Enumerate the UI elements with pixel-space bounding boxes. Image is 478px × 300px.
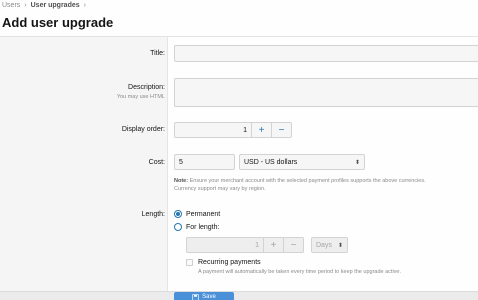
note-text: Ensure your merchant account with the se… [189,178,426,184]
radio-unchecked-icon[interactable] [174,223,182,231]
recurring-label: Recurring payments [198,259,261,266]
upgrade-form: Title: Description: You may use HTML Dis… [0,36,478,300]
for-length-option[interactable]: For length: [174,223,219,231]
chevron-updown-icon: ⬍ [354,159,360,166]
breadcrumb-item-users[interactable]: Users [2,2,20,9]
permanent-option[interactable]: Permanent [174,210,220,218]
description-label: Description: [128,84,165,91]
length-unit-select[interactable]: Days ⬍ [311,237,348,253]
form-footer [0,291,478,300]
description-hint: You may use HTML [116,94,165,100]
breadcrumb: Users › User upgrades › [2,2,86,9]
currency-note: Note: Ensure your merchant account with … [174,177,478,193]
radio-checked-icon[interactable] [174,210,182,218]
increment-button[interactable]: + [252,122,272,138]
currency-select-value: USD - US dollars [244,158,298,166]
cost-input[interactable]: 5 [174,154,235,170]
recurring-hint: A payment will automatically be taken ev… [198,269,402,275]
breadcrumb-separator: › [24,2,27,9]
note-text-2: Currency support may vary by region. [174,186,266,192]
page-title: Add user upgrade [2,15,114,30]
save-label: Save [202,294,216,300]
currency-select[interactable]: USD - US dollars ⬍ [239,154,365,170]
length-input[interactable]: 1 [186,237,264,253]
decrement-button[interactable]: − [272,122,292,138]
breadcrumb-item-user-upgrades[interactable]: User upgrades [31,2,80,9]
length-label: Length: [141,211,165,218]
label-column [0,37,168,300]
save-icon [192,294,199,300]
length-unit-value: Days [316,241,332,249]
increment-button[interactable]: + [264,237,284,253]
permanent-label: Permanent [186,210,221,218]
recurring-payments-option[interactable]: Recurring payments [186,259,261,266]
breadcrumb-separator: › [83,2,86,9]
title-input[interactable] [174,45,478,62]
display-order-stepper: 1 + − [174,122,292,138]
display-order-input[interactable]: 1 [174,122,252,138]
cost-label: Cost: [148,159,165,166]
chevron-updown-icon: ⬍ [337,242,343,249]
decrement-button[interactable]: − [284,237,304,253]
display-order-label: Display order: [121,126,165,133]
for-length-label: For length: [186,223,220,231]
checkbox-icon[interactable] [186,259,193,266]
length-stepper: 1 + − [186,237,304,253]
note-prefix: Note: [174,178,189,184]
description-textarea[interactable] [174,78,478,107]
save-button[interactable]: Save [174,292,234,300]
title-label: Title: [150,50,165,57]
